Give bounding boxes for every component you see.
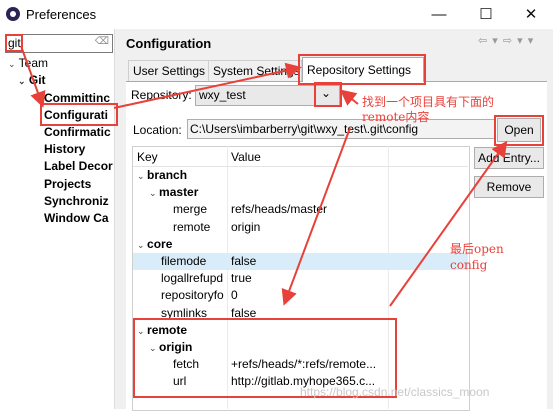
annotation-note-config: config — [450, 258, 488, 272]
watermark: https://blog.csdn.net/classics_moon — [300, 385, 490, 399]
tab-repository-settings[interactable]: Repository Settings — [302, 57, 424, 82]
annotation-arrows — [20, 45, 508, 307]
annotation-note-remote: remote内容 — [362, 110, 430, 124]
annotation-note-open: 最后open — [450, 242, 504, 256]
